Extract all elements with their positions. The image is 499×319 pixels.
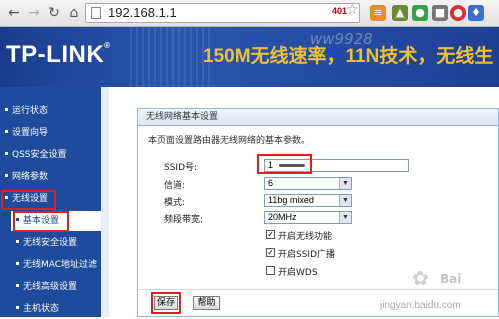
bullet-icon bbox=[5, 152, 8, 155]
puzzle-icon[interactable]: ■ bbox=[432, 5, 448, 21]
chevron-down-icon: ▼ bbox=[339, 212, 351, 223]
enable-ssid-broadcast-checkbox[interactable]: ✓ bbox=[266, 248, 275, 257]
panel-description: 本页面设置路由器无线网络的基本参数。 bbox=[148, 136, 311, 146]
highlight-basic-settings bbox=[13, 211, 69, 232]
bandwidth-select[interactable]: 20MHz ▼ bbox=[264, 211, 352, 224]
watermark-text: jingyan.baidu.com bbox=[380, 300, 461, 311]
home-icon[interactable]: ⌂ bbox=[66, 5, 82, 21]
channel-select[interactable]: 6 ▼ bbox=[264, 177, 352, 190]
content-gutter bbox=[101, 87, 109, 317]
sidebar-item-wizard[interactable]: 设置向导 bbox=[0, 123, 101, 143]
sidebar-item-status[interactable]: 运行状态 bbox=[0, 101, 101, 121]
bandwidth-label: 频段带宽: bbox=[164, 215, 204, 225]
address-bar[interactable]: 192.168.1.1 bbox=[85, 3, 360, 23]
sidebar-item-wireless-security[interactable]: 无线安全设置 bbox=[11, 233, 101, 253]
bullet-icon bbox=[16, 306, 19, 309]
mode-label: 模式: bbox=[164, 198, 186, 208]
help-button[interactable]: 帮助 bbox=[193, 296, 220, 310]
apple-icon[interactable]: ● bbox=[412, 5, 428, 21]
bullet-icon bbox=[16, 262, 19, 265]
panel-title: 无线网络基本设置 bbox=[138, 109, 498, 126]
bullet-icon bbox=[5, 130, 8, 133]
chevron-down-icon: ▼ bbox=[339, 178, 351, 189]
enable-ssid-broadcast-label: 开启SSID广播 bbox=[278, 250, 336, 260]
paw-icon[interactable]: ♦ bbox=[468, 5, 484, 21]
bullet-icon bbox=[16, 240, 19, 243]
sidebar-item-host-status[interactable]: 主机状态 bbox=[11, 299, 101, 319]
router-banner: TP-LINK® ww9928 150M无线速率，11N技术，无线生 bbox=[0, 27, 499, 87]
back-icon[interactable]: ← bbox=[6, 5, 22, 21]
browser-toolbar: ← → ↻ ⌂ 192.168.1.1 401 ☆ ≡ ▲ ● ■ ● ♦ bbox=[0, 0, 499, 27]
enable-wireless-checkbox[interactable]: ✓ bbox=[266, 230, 275, 239]
chevron-down-icon: ▼ bbox=[339, 195, 351, 206]
bullet-icon bbox=[5, 174, 8, 177]
rhino-icon[interactable]: ▲ bbox=[392, 5, 408, 21]
sidebar-item-network[interactable]: 网络参数 bbox=[0, 167, 101, 187]
bullet-icon bbox=[5, 108, 8, 111]
baidu-paw-icon: ✿ bbox=[412, 266, 429, 290]
url-text: 192.168.1.1 bbox=[108, 5, 177, 20]
sidebar-item-qss[interactable]: QSS安全设置 bbox=[0, 145, 101, 165]
rss-icon[interactable]: ≡ bbox=[370, 5, 386, 21]
status-badge: 401 bbox=[332, 6, 348, 16]
highlight-save bbox=[151, 292, 181, 314]
highlight-wireless bbox=[1, 190, 56, 210]
reload-icon[interactable]: ↻ bbox=[46, 5, 62, 21]
banner-stripes bbox=[130, 27, 210, 87]
page-icon bbox=[91, 7, 101, 19]
enable-wds-checkbox[interactable] bbox=[266, 266, 275, 275]
bookmark-star-icon[interactable]: ☆ bbox=[346, 2, 359, 18]
tp-link-logo: TP-LINK® bbox=[6, 41, 111, 68]
mode-select[interactable]: 11bg mixed ▼ bbox=[264, 194, 352, 207]
watermark-brand: Bai bbox=[440, 272, 462, 286]
highlight-ssid bbox=[257, 154, 312, 174]
ssid-label: SSID号: bbox=[164, 163, 198, 173]
banner-slogan: 150M无线速率，11N技术，无线生 bbox=[203, 46, 494, 67]
enable-wds-label: 开启WDS bbox=[278, 268, 318, 278]
forward-icon[interactable]: → bbox=[26, 5, 42, 21]
panel-divider bbox=[138, 289, 498, 290]
channel-label: 信道: bbox=[164, 181, 186, 191]
bullet-icon bbox=[16, 284, 19, 287]
sidebar-item-mac-filter[interactable]: 无线MAC地址过滤 bbox=[11, 255, 101, 275]
enable-wireless-label: 开启无线功能 bbox=[278, 232, 333, 242]
sidebar-item-advanced[interactable]: 无线高级设置 bbox=[11, 277, 101, 297]
record-icon[interactable]: ● bbox=[450, 5, 466, 21]
